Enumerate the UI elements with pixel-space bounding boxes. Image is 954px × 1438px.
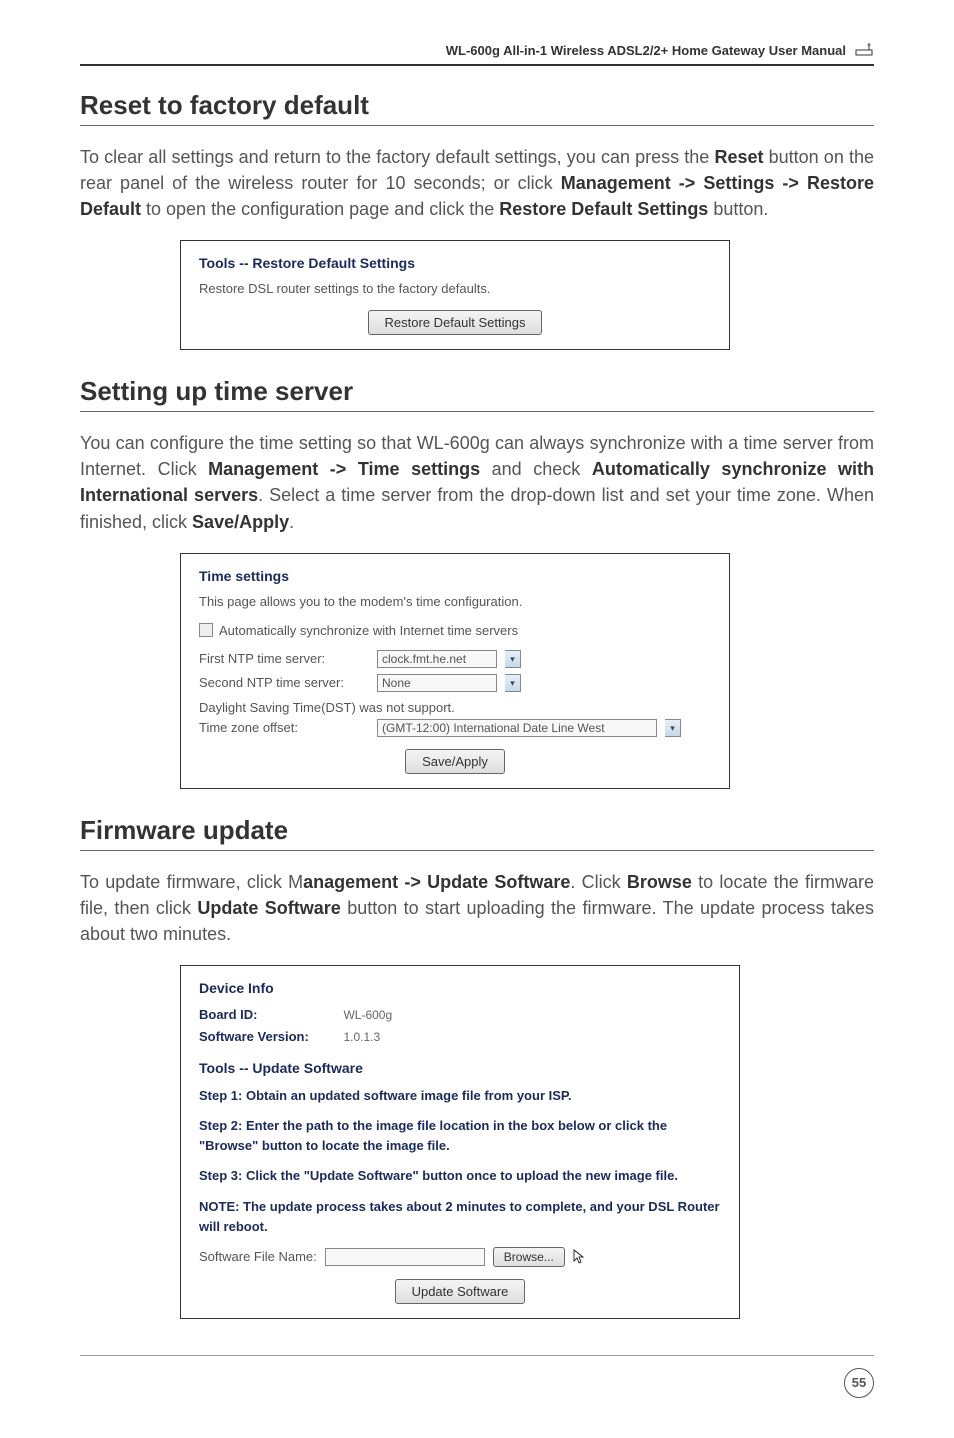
auto-sync-checkbox[interactable] [199,623,213,637]
ss-desc: This page allows you to the modem's time… [199,594,711,609]
chevron-down-icon[interactable]: ▾ [505,674,521,692]
first-ntp-label: First NTP time server: [199,651,369,666]
text-bold: Restore Default Settings [499,199,708,219]
software-version-label: Software Version: [199,1029,339,1044]
restore-defaults-screenshot: Tools -- Restore Default Settings Restor… [180,240,730,350]
second-ntp-label: Second NTP time server: [199,675,369,690]
software-version-value: 1.0.1.3 [343,1030,380,1044]
browse-button[interactable]: Browse... [493,1247,565,1267]
device-info-title: Device Info [199,980,721,996]
text-bold: Management -> Time settings [208,459,480,479]
software-file-input[interactable] [325,1248,485,1266]
checkbox-label: Automatically synchronize with Internet … [219,623,518,638]
text: . [289,512,294,532]
chevron-down-icon[interactable]: ▾ [665,719,681,737]
board-id-value: WL-600g [343,1008,392,1022]
text-bold: anagement -> Update Software [303,872,570,892]
time-paragraph: You can configure the time setting so th… [80,430,874,534]
section-heading-time: Setting up time server [80,376,874,412]
board-id-label: Board ID: [199,1007,339,1022]
header-title: WL-600g All-in-1 Wireless ADSL2/2+ Home … [446,43,846,58]
text-bold: Update Software [197,898,340,918]
router-icon [854,40,874,60]
second-ntp-select[interactable]: None [377,674,497,692]
text: To clear all settings and return to the … [80,147,714,167]
text-bold: Save/Apply [192,512,289,532]
ss-title: Tools -- Restore Default Settings [199,255,711,271]
text: and check [480,459,592,479]
manual-header: WL-600g All-in-1 Wireless ADSL2/2+ Home … [80,40,874,66]
firmware-paragraph: To update firmware, click Management -> … [80,869,874,947]
tools-update-title: Tools -- Update Software [199,1060,721,1076]
text: To update firmware, click M [80,872,303,892]
text-bold: Reset [714,147,763,167]
update-software-screenshot: Device Info Board ID: WL-600g Software V… [180,965,740,1319]
reset-paragraph: To clear all settings and return to the … [80,144,874,222]
ss-desc: Restore DSL router settings to the facto… [199,281,711,296]
step-2: Step 2: Enter the path to the image file… [199,1116,721,1156]
restore-default-button[interactable]: Restore Default Settings [368,310,543,335]
text-bold: Browse [627,872,692,892]
section-heading-reset: Reset to factory default [80,90,874,126]
text: to open the configuration page and click… [141,199,499,219]
update-note: NOTE: The update process takes about 2 m… [199,1197,721,1237]
software-file-label: Software File Name: [199,1249,317,1264]
page-number: 55 [844,1368,874,1398]
dst-note: Daylight Saving Time(DST) was not suppor… [199,700,711,715]
save-apply-button[interactable]: Save/Apply [405,749,505,774]
cursor-icon [573,1249,585,1265]
text: . Click [570,872,627,892]
step-3: Step 3: Click the "Update Software" butt… [199,1166,721,1186]
chevron-down-icon[interactable]: ▾ [505,650,521,668]
tz-offset-label: Time zone offset: [199,720,369,735]
page-footer: 55 [80,1355,874,1398]
text: button. [708,199,768,219]
first-ntp-select[interactable]: clock.fmt.he.net [377,650,497,668]
section-heading-firmware: Firmware update [80,815,874,851]
tz-offset-select[interactable]: (GMT-12:00) International Date Line West [377,719,657,737]
step-1: Step 1: Obtain an updated software image… [199,1086,721,1106]
update-software-button[interactable]: Update Software [395,1279,526,1304]
time-settings-screenshot: Time settings This page allows you to th… [180,553,730,789]
ss-title: Time settings [199,568,711,584]
